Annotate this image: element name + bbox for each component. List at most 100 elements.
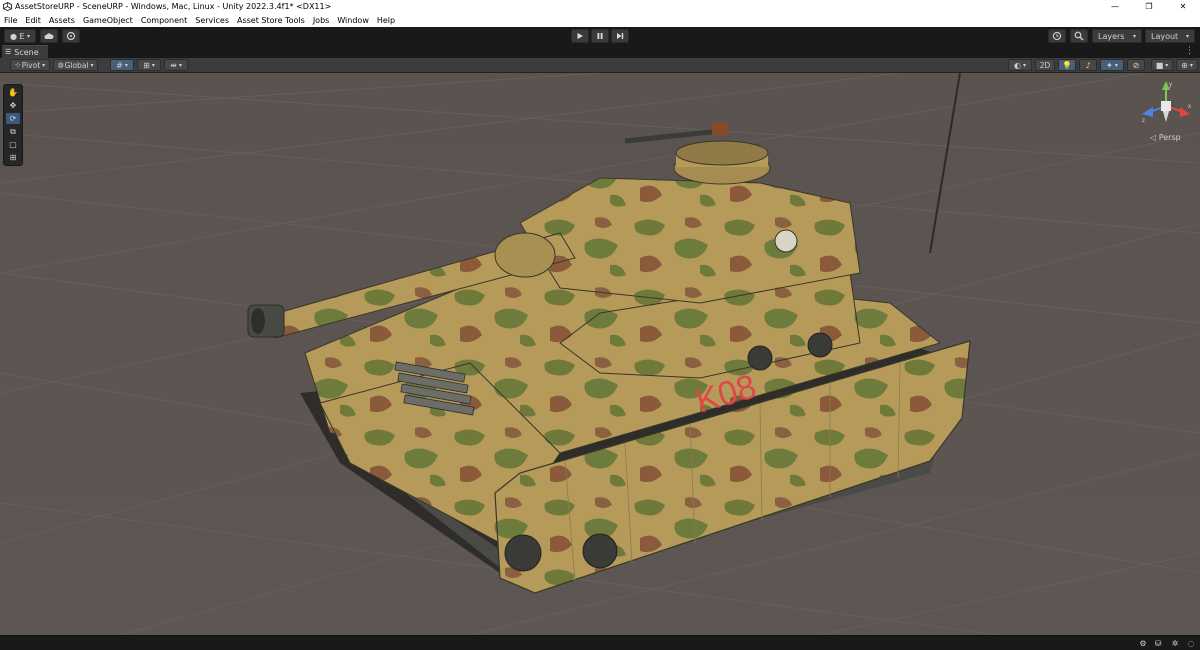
- progress-icon[interactable]: ◌: [1186, 638, 1196, 648]
- menu-services[interactable]: Services: [191, 16, 233, 25]
- search-icon: [1074, 31, 1084, 41]
- gizmo-axis-z: z: [1142, 118, 1145, 124]
- dock-tab-bar: ☰ Scene ⋮: [0, 45, 1200, 58]
- menu-help[interactable]: Help: [373, 16, 399, 25]
- rotate-icon: ⟳: [9, 114, 17, 123]
- grid-visibility-button[interactable]: # ▾: [110, 59, 134, 71]
- chevron-down-icon: ▾: [1189, 61, 1193, 69]
- cloud-button[interactable]: [40, 29, 58, 43]
- menu-asset-store-tools[interactable]: Asset Store Tools: [233, 16, 309, 25]
- scale-tool-button[interactable]: ⧉: [6, 126, 20, 137]
- chevron-down-icon: ▾: [1165, 61, 1169, 69]
- toggle-2d-button[interactable]: 2D: [1035, 59, 1055, 71]
- menu-file[interactable]: File: [0, 16, 21, 25]
- status-bar: ⚙ ⛁ ✲ ◌: [0, 635, 1200, 650]
- eye-slash-icon: ⊘: [1132, 60, 1140, 70]
- gizmos-icon: ⊕: [1181, 60, 1188, 70]
- maximize-button[interactable]: ❐: [1132, 0, 1166, 13]
- grid-snapping-button[interactable]: ⊞ ▾: [137, 59, 161, 71]
- global-dropdown[interactable]: ◍ Global ▾: [53, 59, 98, 71]
- pivot-label: Pivot: [21, 60, 41, 70]
- menu-jobs[interactable]: Jobs: [309, 16, 334, 25]
- play-icon: [577, 33, 583, 39]
- cache-server-icon[interactable]: ⛁: [1153, 638, 1163, 648]
- scene-icon: ☰: [5, 48, 12, 56]
- globe-icon: ◍: [57, 61, 64, 69]
- chevron-down-icon: ▾: [1114, 61, 1118, 69]
- hidden-objects-toggle[interactable]: ⊘: [1127, 59, 1145, 71]
- snap-increment-icon: ⇹: [170, 60, 177, 70]
- history-icon: [1052, 31, 1062, 41]
- move-icon: ✥: [9, 101, 17, 110]
- scene-toolbar: ⊹ Pivot ▾ ◍ Global ▾ # ▾ ⊞ ▾ ⇹ ▾ ◐ ▾ 2D …: [0, 58, 1200, 73]
- play-button[interactable]: [571, 29, 589, 43]
- chevron-down-icon: ▾: [26, 32, 30, 40]
- projection-label: Persp: [1158, 133, 1181, 142]
- draw-mode-dropdown[interactable]: ◐ ▾: [1008, 59, 1032, 71]
- move-tool-button[interactable]: ✥: [6, 100, 20, 111]
- window-title-bar: AssetStoreURP - SceneURP - Windows, Mac,…: [0, 0, 1200, 13]
- debug-icon[interactable]: ✲: [1170, 638, 1180, 648]
- increment-snapping-button[interactable]: ⇹ ▾: [164, 59, 188, 71]
- audio-icon: ♪: [1085, 60, 1091, 70]
- account-label: E: [19, 31, 25, 41]
- transform-tool-button[interactable]: ⊞: [6, 152, 20, 163]
- scale-icon: ⧉: [10, 126, 16, 136]
- chevron-down-icon: ▾: [1185, 32, 1189, 40]
- effects-icon: ✦: [1106, 60, 1113, 70]
- unity-logo-icon: [3, 2, 12, 11]
- auto-generate-lighting-icon[interactable]: ⚙: [1138, 638, 1148, 648]
- close-button[interactable]: ✕: [1166, 0, 1200, 13]
- step-button[interactable]: [611, 29, 629, 43]
- menu-gameobject[interactable]: GameObject: [79, 16, 137, 25]
- chevron-down-icon: ▾: [1022, 61, 1026, 69]
- transform-icon: ⊞: [9, 153, 17, 162]
- pause-icon: [597, 33, 603, 39]
- collab-button[interactable]: [62, 29, 80, 43]
- menu-assets[interactable]: Assets: [45, 16, 79, 25]
- pivot-dropdown[interactable]: ⊹ Pivot ▾: [10, 59, 50, 71]
- global-label: Global: [64, 60, 89, 70]
- chevron-down-icon: ▾: [178, 61, 182, 69]
- mode-2d-label: 2D: [1039, 60, 1051, 70]
- menu-edit[interactable]: Edit: [21, 16, 45, 25]
- tool-palette: ✋ ✥ ⟳ ⧉ ▢ ⊞: [3, 84, 23, 166]
- window-title: AssetStoreURP - SceneURP - Windows, Mac,…: [15, 2, 332, 11]
- scene-viewport[interactable]: K08: [0, 73, 1200, 635]
- search-button[interactable]: [1070, 29, 1088, 43]
- rect-tool-button[interactable]: ▢: [6, 139, 20, 150]
- hand-tool-button[interactable]: ✋: [6, 87, 20, 98]
- scene-render: K08: [0, 73, 1200, 635]
- lighting-toggle[interactable]: 💡: [1058, 59, 1076, 71]
- menu-component[interactable]: Component: [137, 16, 191, 25]
- rect-icon: ▢: [9, 140, 17, 149]
- camera-settings-dropdown[interactable]: ■ ▾: [1151, 59, 1173, 71]
- pivot-icon: ⊹: [14, 61, 21, 69]
- collab-icon: [66, 31, 76, 41]
- light-bulb-icon: 💡: [1062, 60, 1072, 70]
- rotate-tool-button[interactable]: ⟳: [6, 113, 20, 124]
- step-icon: [617, 33, 624, 39]
- pause-button[interactable]: [591, 29, 609, 43]
- menu-window[interactable]: Window: [333, 16, 373, 25]
- projection-toggle[interactable]: ◁ Persp: [1150, 133, 1181, 142]
- minimize-button[interactable]: —: [1098, 0, 1132, 13]
- gizmo-axis-y: y: [1169, 82, 1172, 88]
- account-dropdown[interactable]: ● E ▾: [4, 29, 36, 43]
- hand-icon: ✋: [8, 88, 18, 97]
- more-options-icon[interactable]: ⋮: [1185, 46, 1194, 56]
- tab-scene[interactable]: ☰ Scene: [2, 45, 48, 58]
- chevron-down-icon: ▾: [1132, 32, 1136, 40]
- gizmos-dropdown[interactable]: ⊕ ▾: [1176, 59, 1198, 71]
- effects-dropdown[interactable]: ✦ ▾: [1100, 59, 1124, 71]
- cloud-icon: [44, 33, 54, 39]
- chevron-down-icon: ▾: [90, 61, 94, 69]
- grid-icon: #: [116, 60, 123, 70]
- layers-dropdown[interactable]: Layers ▾: [1092, 29, 1142, 43]
- main-toolbar: ● E ▾ Layers ▾ Layout ▾: [0, 27, 1200, 45]
- account-icon: ●: [10, 31, 17, 41]
- gizmo-axis-x: x: [1188, 104, 1191, 110]
- audio-toggle[interactable]: ♪: [1079, 59, 1097, 71]
- undo-history-button[interactable]: [1048, 29, 1066, 43]
- layout-dropdown[interactable]: Layout ▾: [1145, 29, 1195, 43]
